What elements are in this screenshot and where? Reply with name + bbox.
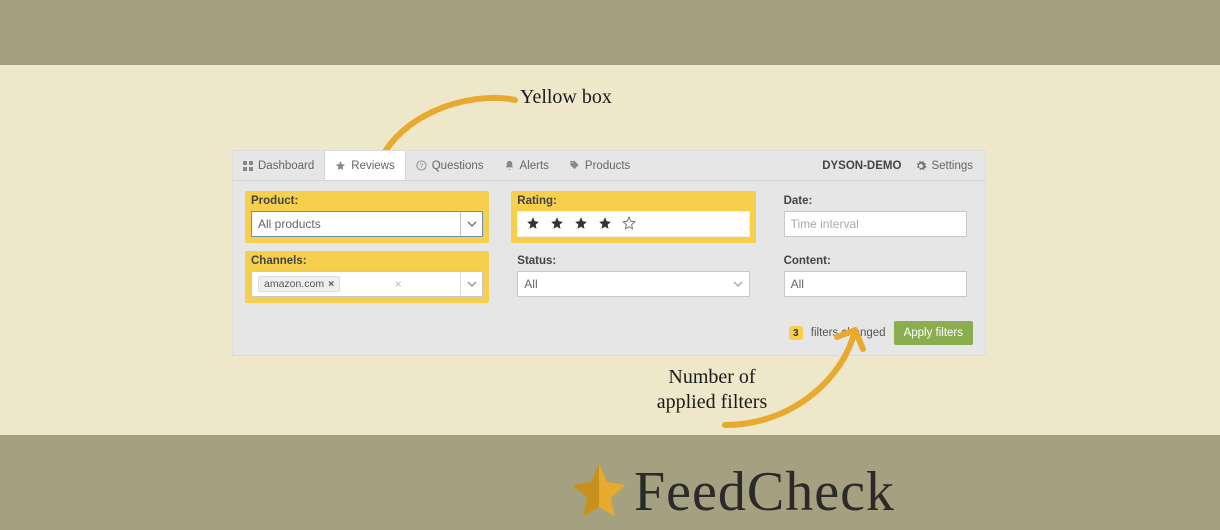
select-value: All products xyxy=(258,217,321,231)
changed-label: filters changed xyxy=(811,327,886,339)
filter-label: Product: xyxy=(251,195,483,207)
svg-text:?: ? xyxy=(419,163,423,170)
rating-control[interactable] xyxy=(517,211,749,237)
filter-status: Status: All xyxy=(511,251,755,303)
filters-area: Product: All products Channels: amazon.c… xyxy=(233,181,985,315)
select-value: All xyxy=(524,277,537,291)
date-input[interactable]: Time interval xyxy=(784,211,967,237)
tab-label: Questions xyxy=(432,160,484,172)
filters-col-3: Date: Time interval Content: All xyxy=(778,191,973,311)
filter-label: Date: xyxy=(784,195,967,207)
tab-products[interactable]: Products xyxy=(559,151,640,180)
tab-label: Reviews xyxy=(351,160,394,172)
star-2-icon[interactable] xyxy=(550,216,564,233)
annotation-num-filters: Number of applied filters xyxy=(632,365,792,415)
tab-alerts[interactable]: Alerts xyxy=(494,151,559,180)
tab-dashboard[interactable]: Dashboard xyxy=(233,151,324,180)
star-5-icon[interactable] xyxy=(622,216,636,233)
settings-label: Settings xyxy=(931,160,973,172)
tab-questions[interactable]: ? Questions xyxy=(406,151,494,180)
annotation-line2: applied filters xyxy=(657,391,768,413)
changed-count-badge: 3 xyxy=(789,326,803,340)
channel-chip[interactable]: amazon.com × xyxy=(258,276,340,292)
chevron-down-icon xyxy=(460,212,482,236)
filter-label: Rating: xyxy=(517,195,749,207)
star-1-icon[interactable] xyxy=(526,216,540,233)
filter-label: Status: xyxy=(517,255,749,267)
star-3-icon[interactable] xyxy=(574,216,588,233)
tab-bar: Dashboard Reviews ? Questions Alerts Pro… xyxy=(233,151,985,181)
tab-label: Alerts xyxy=(520,160,549,172)
product-select[interactable]: All products xyxy=(251,211,483,237)
grid-icon xyxy=(243,161,253,171)
settings-link[interactable]: Settings xyxy=(911,160,985,172)
filter-label: Channels: xyxy=(251,255,483,267)
clear-icon[interactable]: × xyxy=(395,277,406,291)
decorative-band-top xyxy=(0,0,1220,65)
input-placeholder: Time interval xyxy=(791,217,859,231)
annotation-yellow-box: Yellow box xyxy=(520,85,612,110)
account-name: DYSON-DEMO xyxy=(812,160,911,172)
annotation-line1: Number of xyxy=(668,366,755,388)
chevron-down-icon xyxy=(460,272,482,296)
filter-product: Product: All products xyxy=(245,191,489,243)
tab-reviews[interactable]: Reviews xyxy=(324,151,405,180)
channels-select[interactable]: amazon.com × × xyxy=(251,271,483,297)
chip-label: amazon.com xyxy=(264,278,324,290)
gear-icon xyxy=(915,160,927,172)
tab-label: Dashboard xyxy=(258,160,314,172)
brand-logo: FeedCheck xyxy=(570,460,895,524)
filter-label: Content: xyxy=(784,255,967,267)
status-select[interactable]: All xyxy=(517,271,749,297)
select-value: All xyxy=(791,277,804,291)
filter-content: Content: All xyxy=(778,251,973,303)
star-icon xyxy=(335,160,346,171)
tab-label: Products xyxy=(585,160,630,172)
question-icon: ? xyxy=(416,160,427,171)
bell-icon xyxy=(504,160,515,171)
filter-rating: Rating: xyxy=(511,191,755,243)
content-select[interactable]: All xyxy=(784,271,967,297)
filter-date: Date: Time interval xyxy=(778,191,973,243)
brand-star-icon xyxy=(570,461,628,524)
chevron-down-icon xyxy=(727,272,749,296)
filters-col-1: Product: All products Channels: amazon.c… xyxy=(245,191,489,311)
brand-name: FeedCheck xyxy=(634,460,895,524)
chip-remove-icon[interactable]: × xyxy=(328,278,334,290)
tag-icon xyxy=(569,160,580,171)
filters-col-2: Rating: Status: All xyxy=(511,191,755,311)
apply-filters-button[interactable]: Apply filters xyxy=(894,321,973,345)
filter-channels: Channels: amazon.com × × xyxy=(245,251,489,303)
star-4-icon[interactable] xyxy=(598,216,612,233)
app-panel: Dashboard Reviews ? Questions Alerts Pro… xyxy=(232,150,986,356)
filters-footer: 3 filters changed Apply filters xyxy=(233,315,985,355)
